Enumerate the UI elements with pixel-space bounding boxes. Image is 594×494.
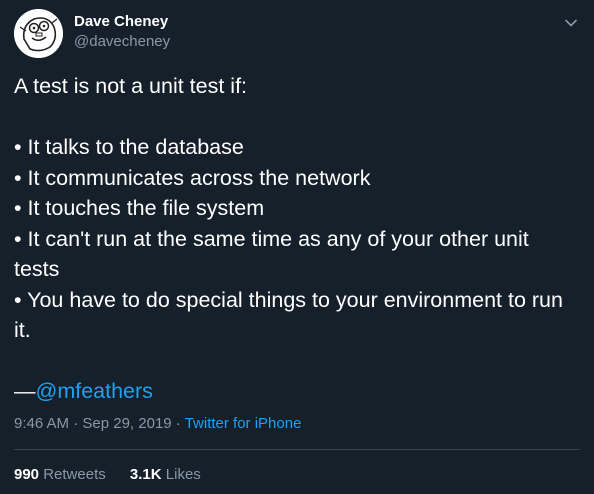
author-handle[interactable]: @davecheney [74, 32, 170, 52]
tweet-line: • It communicates across the network [14, 165, 371, 190]
chevron-down-icon [565, 19, 577, 27]
cartoon-avatar-icon [14, 9, 63, 58]
retweets-label: Retweets [43, 466, 106, 483]
likes-count: 3.1K [129, 466, 162, 483]
attribution-dash: — [14, 379, 36, 403]
avatar[interactable] [14, 9, 63, 58]
tweet-stats: 990 Retweets 3.1K Likes [14, 465, 221, 485]
divider [14, 449, 580, 450]
tweet-date[interactable]: Sep 29, 2019 [82, 415, 171, 432]
tweet-text: A test is not a unit test if: • It talks… [14, 71, 574, 407]
retweets-stat[interactable]: 990 Retweets [14, 466, 106, 483]
mention-link[interactable]: @mfeathers [36, 379, 153, 403]
tweet-line: • You have to do special things to your … [14, 287, 569, 343]
retweets-count: 990 [14, 466, 40, 483]
tweet-line: • It talks to the database [14, 135, 244, 159]
tweet-source-link[interactable]: Twitter for iPhone [185, 415, 302, 432]
meta-separator: · [171, 415, 185, 432]
tweet-time[interactable]: 9:46 AM [14, 415, 69, 432]
tweet-header: Dave Cheney @davecheney [14, 9, 580, 59]
likes-label: Likes [165, 466, 201, 483]
tweet-meta: 9:46 AM · Sep 29, 2019 · Twitter for iPh… [14, 414, 301, 434]
author-names: Dave Cheney @davecheney [74, 12, 170, 52]
author-display-name[interactable]: Dave Cheney [74, 12, 170, 32]
likes-stat[interactable]: 3.1K Likes [130, 466, 201, 483]
tweet-line: A test is not a unit test if: [14, 74, 248, 98]
tweet-line: • It can't run at the same time as any o… [14, 226, 535, 282]
tweet-menu-button[interactable] [562, 14, 580, 32]
tweet-line: • It touches the file system [14, 196, 265, 220]
meta-separator: · [69, 415, 83, 432]
